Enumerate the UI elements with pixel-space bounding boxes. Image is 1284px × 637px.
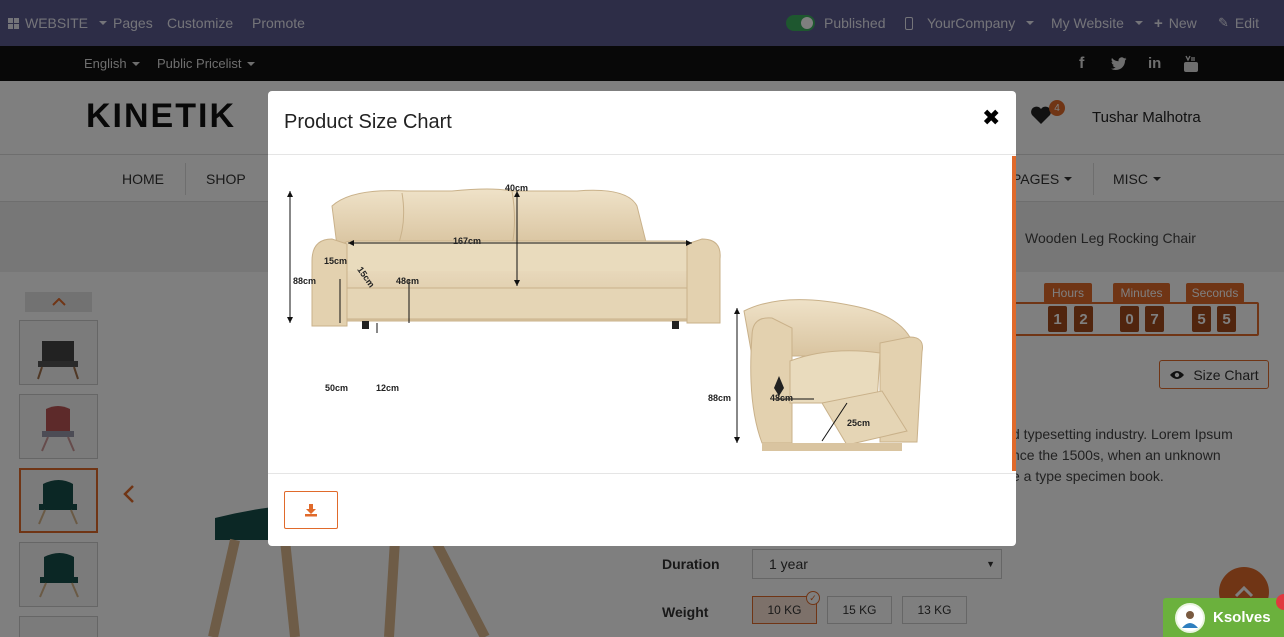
modal-scrollbar[interactable] xyxy=(1012,156,1016,471)
dim-label: 40cm xyxy=(505,183,528,193)
modal-footer-divider xyxy=(268,473,1016,474)
size-chart-image: 40cm 167cm 88cm 15cm 15cm 48cm 50cm 12cm xyxy=(282,171,982,476)
dim-label: 15cm xyxy=(324,256,347,266)
avatar xyxy=(1175,602,1205,633)
dim-label: 25cm xyxy=(847,418,870,428)
size-chart-modal: Product Size Chart ✖ 40cm 167cm 88cm 15c… xyxy=(268,91,1016,546)
dim-label: 88cm xyxy=(293,276,316,286)
chat-widget[interactable]: Ksolves xyxy=(1163,598,1284,637)
download-icon xyxy=(305,504,317,517)
download-button[interactable] xyxy=(284,491,338,529)
sofa-illustration xyxy=(311,188,721,329)
dim-label: 48cm xyxy=(770,393,793,403)
chat-label: Ksolves xyxy=(1213,609,1271,626)
dim-label: 12cm xyxy=(376,383,399,393)
modal-header-divider xyxy=(268,154,1016,155)
modal-title: Product Size Chart xyxy=(284,111,452,133)
dim-label: 48cm xyxy=(396,276,419,286)
recliner-illustration xyxy=(743,299,923,451)
dim-label: 167cm xyxy=(453,236,481,246)
close-icon[interactable]: ✖ xyxy=(982,105,1000,131)
dim-label: 88cm xyxy=(708,393,731,403)
dim-label: 50cm xyxy=(325,383,348,393)
